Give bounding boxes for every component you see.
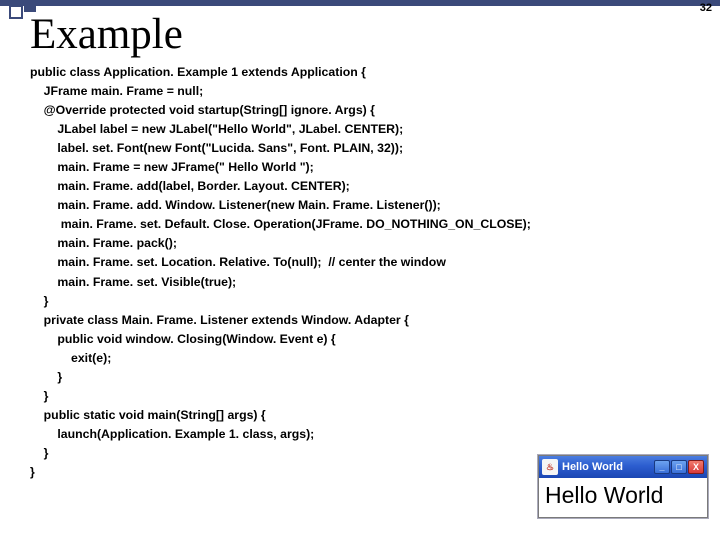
- code-line: main. Frame. add. Window. Listener(new M…: [30, 198, 441, 212]
- window-body-label: Hello World: [539, 478, 707, 517]
- code-line: main. Frame. set. Location. Relative. To…: [30, 255, 446, 269]
- code-line: main. Frame. set. Default. Close. Operat…: [30, 217, 531, 231]
- maximize-button[interactable]: □: [671, 460, 687, 474]
- window-title: Hello World: [562, 461, 650, 473]
- code-line: }: [30, 389, 48, 403]
- slide-title: Example: [30, 10, 183, 59]
- code-line: JLabel label = new JLabel("Hello World",…: [30, 122, 403, 136]
- code-line: main. Frame. set. Visible(true);: [30, 275, 236, 289]
- code-line: private class Main. Frame. Listener exte…: [30, 313, 409, 327]
- minimize-button[interactable]: _: [654, 460, 670, 474]
- window-titlebar[interactable]: ♨ Hello World _ □ X: [539, 456, 707, 478]
- code-line: public void window. Closing(Window. Even…: [30, 332, 336, 346]
- java-icon: ♨: [542, 459, 558, 475]
- code-line: }: [30, 465, 35, 479]
- window-buttons: _ □ X: [654, 460, 704, 474]
- code-line: public static void main(String[] args) {: [30, 408, 266, 422]
- code-line: }: [30, 446, 48, 460]
- code-line: label. set. Font(new Font("Lucida. Sans"…: [30, 141, 403, 155]
- code-line: main. Frame. pack();: [30, 236, 177, 250]
- code-line: }: [30, 370, 62, 384]
- demo-window: ♨ Hello World _ □ X Hello World: [538, 455, 708, 518]
- page-number: 32: [700, 2, 712, 14]
- code-line: }: [30, 294, 48, 308]
- close-button[interactable]: X: [688, 460, 704, 474]
- code-line: @Override protected void startup(String[…: [30, 103, 375, 117]
- code-line: main. Frame = new JFrame(" Hello World "…: [30, 160, 314, 174]
- slide-accent-bar: [0, 0, 720, 6]
- code-example: public class Application. Example 1 exte…: [30, 63, 710, 482]
- code-line: exit(e);: [30, 351, 111, 365]
- code-line: launch(Application. Example 1. class, ar…: [30, 427, 314, 441]
- code-line: JFrame main. Frame = null;: [30, 84, 203, 98]
- code-line: main. Frame. add(label, Border. Layout. …: [30, 179, 350, 193]
- code-line: public class Application. Example 1 exte…: [30, 65, 366, 79]
- accent-square-outline: [9, 5, 23, 19]
